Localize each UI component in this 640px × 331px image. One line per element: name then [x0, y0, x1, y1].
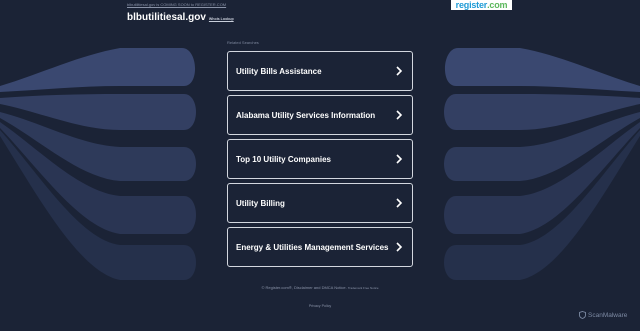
right-band-1 — [444, 48, 640, 92]
related-search-item[interactable]: Energy & Utilities Management Services — [227, 227, 413, 267]
privacy-policy-link[interactable]: Privacy Policy — [0, 304, 640, 308]
related-search-item[interactable]: Top 10 Utility Companies — [227, 139, 413, 179]
chevron-right-icon — [396, 198, 403, 208]
related-search-item[interactable]: Utility Billing — [227, 183, 413, 223]
scanmalware-badge[interactable]: ScanMalware — [579, 311, 627, 319]
left-band-1 — [0, 48, 196, 92]
shield-icon — [579, 311, 586, 319]
logo-register-text: register — [455, 0, 488, 10]
related-search-item[interactable]: Alabama Utility Services Information — [227, 95, 413, 135]
scanmalware-label: ScanMalware — [588, 311, 628, 319]
related-search-label: Utility Billing — [236, 198, 285, 208]
coming-soon-link[interactable]: blbutilitiesal.gov is COMING SOON to REG… — [127, 2, 226, 7]
domain-title: blbutilitiesal.gov — [127, 12, 206, 23]
related-search-label: Alabama Utility Services Information — [236, 110, 376, 120]
domain-title-row: blbutilitiesal.gov Whois Lookup — [127, 12, 234, 23]
chevron-right-icon — [396, 110, 403, 120]
copyright-link[interactable]: © Register.com®, Disclaimer and DMCA Not… — [261, 285, 346, 290]
whois-lookup-link[interactable]: Whois Lookup — [209, 17, 234, 21]
related-search-label: Top 10 Utility Companies — [236, 154, 331, 164]
related-search-item[interactable]: Utility Bills Assistance — [227, 51, 413, 91]
related-search-label: Utility Bills Assistance — [236, 66, 322, 76]
related-searches-list: Utility Bills Assistance Alabama Utility… — [227, 51, 413, 271]
register-logo[interactable]: register .com — [451, 0, 512, 10]
chevron-right-icon — [396, 242, 403, 252]
footer-legal: © Register.com®, Disclaimer and DMCA Not… — [0, 285, 640, 290]
trademark-link[interactable]: Trademark Free Notice — [348, 286, 379, 290]
related-searches-heading: Related Searches — [227, 40, 259, 45]
related-search-label: Energy & Utilities Management Services — [236, 242, 389, 252]
chevron-right-icon — [396, 154, 403, 164]
chevron-right-icon — [396, 66, 403, 76]
logo-dotcom-text: .com — [487, 0, 508, 10]
